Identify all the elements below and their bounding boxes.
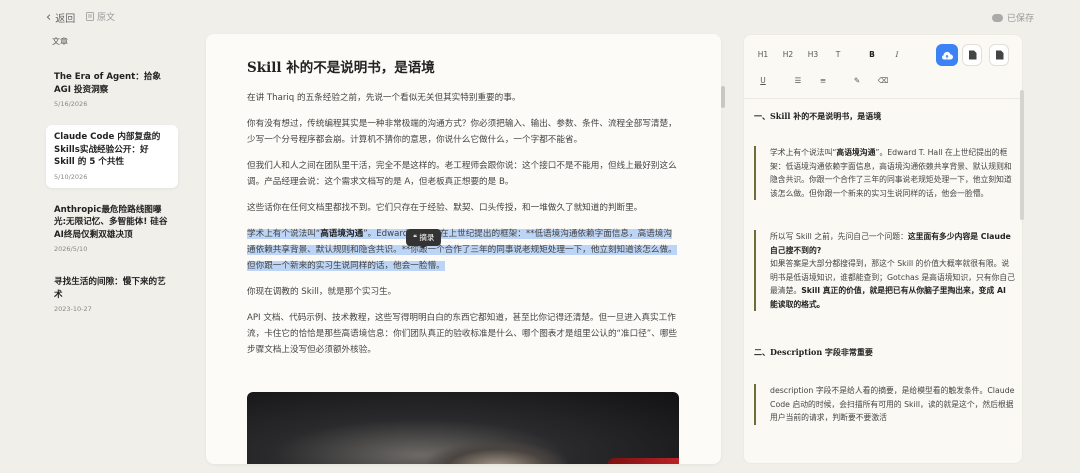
top-bar: ‹ 返回 原文 已保存 bbox=[0, 0, 1080, 34]
article-title: Anthropic最危险路线图曝光:无限记忆、多智能体! 硅谷AI终局仅剩双雄决… bbox=[54, 204, 168, 240]
article-title: Claude Code 内部复盘的Skills实战经验公开：好 Skill 的 … bbox=[54, 132, 161, 167]
excerpt-heading: 一、Skill 补的不是说明书，是语境 bbox=[754, 111, 882, 121]
paragraph: 你有没有想过，传统编程其实是一种非常极端的沟通方式？你必须把输入、输出、参数、条… bbox=[247, 119, 677, 145]
excerpt-heading: 二、Description 字段非常重要 bbox=[754, 347, 873, 357]
list-item[interactable]: Anthropic最危险路线图曝光:无限记忆、多智能体! 硅谷AI终局仅剩双雄决… bbox=[46, 198, 178, 261]
highlighter-icon: ✎ bbox=[853, 75, 861, 85]
export-pdf-button[interactable] bbox=[962, 44, 982, 66]
list-item[interactable]: The Era of Agent：拾象 AGI 投资洞察 5/16/2026 bbox=[46, 65, 178, 115]
article-heading: Skill 补的不是说明书，是语境 bbox=[247, 60, 435, 76]
article-date: 5/16/2026 bbox=[54, 100, 88, 108]
chevron-left-icon: ‹ bbox=[46, 9, 52, 25]
excerpt-panel: H1 H2 H3 T B I U ☰ ≡ ✎ ⌫ 一、Skill 补的不是说明书… bbox=[743, 34, 1023, 464]
selected-text: 学术上有个说法叫“ bbox=[247, 229, 321, 239]
original-label: 原文 bbox=[97, 13, 116, 23]
list-item[interactable]: 寻找生活的间隙：慢下来的艺术 2023-10-27 bbox=[46, 270, 178, 320]
excerpt-quote: 学术上有个说法叫“高语境沟通”。Edward T. Hall 在上世纪提出的框架… bbox=[754, 146, 1016, 200]
save-status: 已保存 bbox=[991, 11, 1034, 24]
excerpt-quote: description 字段不是给人看的摘要，是给模型看的触发条件。Claude… bbox=[754, 384, 1016, 425]
upload-cloud-button[interactable] bbox=[936, 44, 958, 66]
article-date: 5/10/2026 bbox=[54, 172, 88, 181]
article-sidebar: 文章 The Era of Agent：拾象 AGI 投资洞察 5/16/202… bbox=[46, 36, 178, 330]
paragraph: 你现在调教的 Skill，就是那个实习生。 bbox=[247, 287, 397, 297]
article-title: The Era of Agent：拾象 AGI 投资洞察 bbox=[54, 72, 161, 95]
bold-button[interactable]: B bbox=[863, 45, 881, 63]
panel-scrollbar[interactable] bbox=[1020, 90, 1024, 220]
document-icon bbox=[86, 12, 94, 21]
excerpt-label: 摘录 bbox=[419, 233, 435, 242]
eraser-icon: ⌫ bbox=[877, 75, 889, 85]
numbered-list-button[interactable]: ≡ bbox=[814, 71, 832, 89]
paragraph: API 文档、代码示例、技术教程，这些写得明明白白的东西它都知道，甚至比你记得还… bbox=[247, 313, 678, 355]
heading2-button[interactable]: H2 bbox=[779, 45, 797, 63]
article-title: 寻找生活的间隙：慢下来的艺术 bbox=[54, 277, 166, 300]
numbered-list-icon: ≡ bbox=[819, 75, 827, 85]
heading1-button[interactable]: H1 bbox=[754, 45, 772, 63]
sidebar-label: 文章 bbox=[52, 37, 68, 46]
file-export-icon bbox=[968, 50, 976, 60]
back-label: 返回 bbox=[55, 14, 76, 25]
excerpt-quote: 所以写 Skill 之前，先问自己一个问题：这里面有多少内容是 Claude 自… bbox=[754, 230, 1016, 311]
article-date: 2026/5/10 bbox=[54, 245, 88, 253]
file-icon bbox=[995, 50, 1003, 60]
save-status-label: 已保存 bbox=[1006, 14, 1034, 24]
excerpt-content[interactable]: 一、Skill 补的不是说明书，是语境 学术上有个说法叫“高语境沟通”。Edwa… bbox=[754, 111, 1016, 425]
paragraph: 这些话你在任何文档里都找不到。它们只存在于经验、默契、口头传授，和一堆做久了就知… bbox=[247, 203, 643, 213]
cloud-icon bbox=[991, 13, 1003, 22]
heading3-button[interactable]: H3 bbox=[804, 45, 822, 63]
excerpt-tooltip-button[interactable]: ❝ 摘录 bbox=[406, 229, 442, 249]
paragraph: 但我们人和人之间在团队里干活，完全不是这样的。老工程师会跟你说：这个接口不是不能… bbox=[247, 161, 677, 187]
eraser-button[interactable]: ⌫ bbox=[874, 71, 892, 89]
italic-button[interactable]: I bbox=[888, 45, 906, 63]
back-button[interactable]: ‹ 返回 bbox=[46, 9, 76, 26]
bullet-list-button[interactable]: ☰ bbox=[789, 71, 807, 89]
highlighter-button[interactable]: ✎ bbox=[848, 71, 866, 89]
paragraph: 在讲 Thariq 的五条经验之前，先说一个看似无关但其实特别重要的事。 bbox=[247, 93, 521, 103]
format-toolbar: H1 H2 H3 T B I U ☰ ≡ ✎ ⌫ bbox=[744, 35, 1022, 99]
article-editor[interactable]: Skill 补的不是说明书，是语境 在讲 Thariq 的五条经验之前，先说一个… bbox=[206, 34, 721, 464]
editor-scrollbar[interactable] bbox=[721, 86, 725, 108]
article-date: 2023-10-27 bbox=[54, 305, 92, 313]
original-button[interactable]: 原文 bbox=[86, 10, 115, 23]
export-doc-button[interactable] bbox=[989, 44, 1009, 66]
article-image bbox=[247, 392, 679, 464]
selected-text-bold: 高语境沟通 bbox=[320, 229, 364, 239]
text-button[interactable]: T bbox=[829, 45, 847, 63]
bullet-list-icon: ☰ bbox=[794, 75, 802, 85]
selected-paragraph[interactable]: 学术上有个说法叫“高语境沟通”。Edward T. Hall 在上世纪提出的框架… bbox=[247, 226, 679, 274]
cloud-upload-icon bbox=[942, 51, 953, 59]
underline-button[interactable]: U bbox=[754, 71, 772, 89]
list-item-active[interactable]: Claude Code 内部复盘的Skills实战经验公开：好 Skill 的 … bbox=[46, 125, 178, 188]
